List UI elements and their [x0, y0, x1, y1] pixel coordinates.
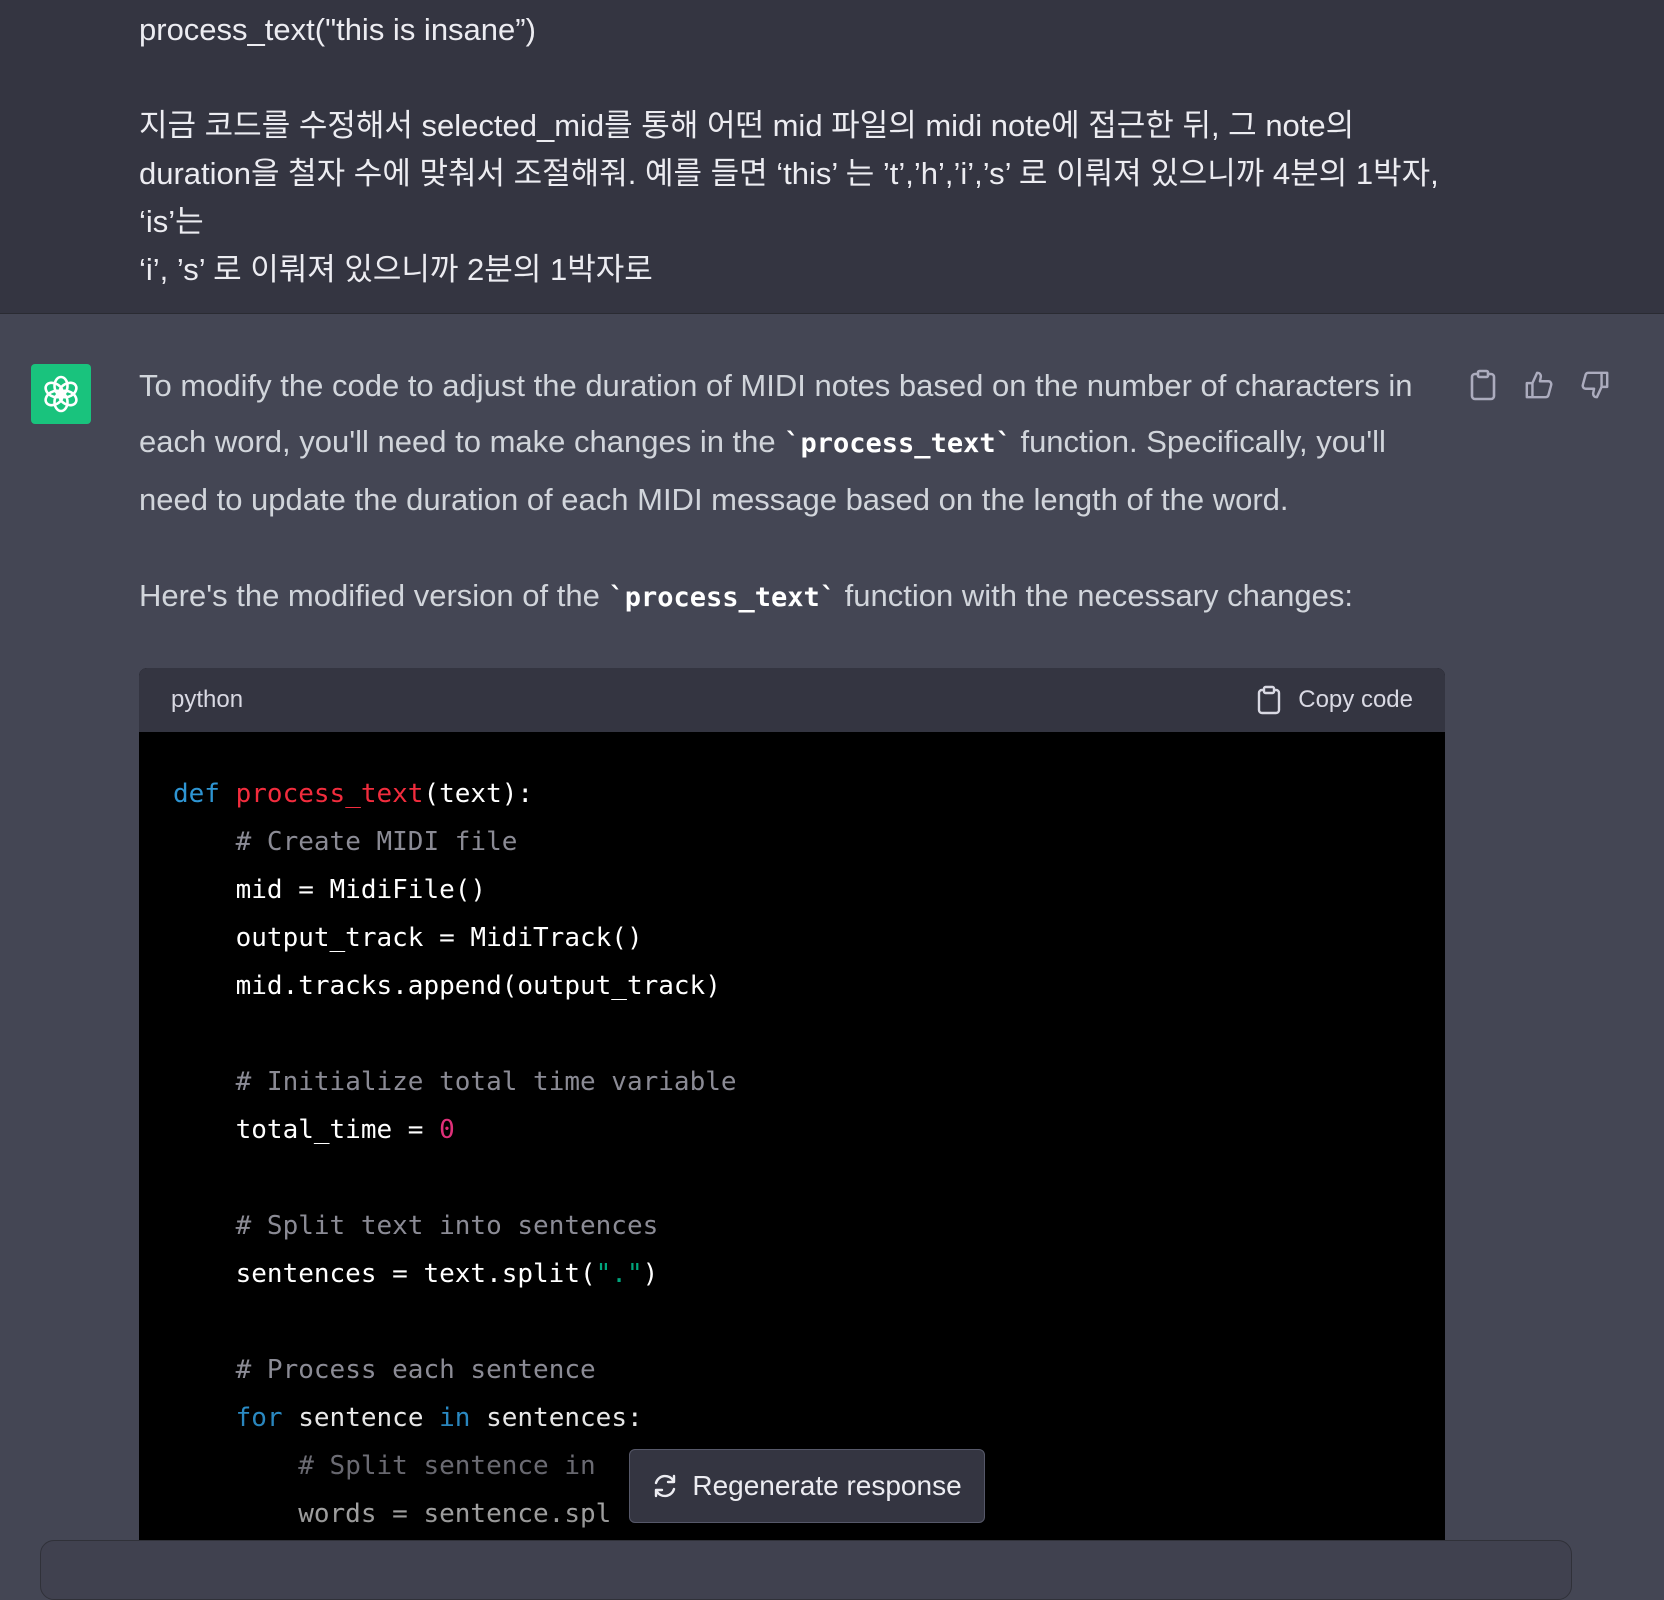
code-line: total_time = 0 [173, 1115, 455, 1145]
user-message-text: process_text("this is insane”) 지금 코드를 수정… [139, 6, 1469, 294]
thumbs-up-icon [1525, 371, 1553, 399]
user-message-line: 지금 코드를 수정해서 selected_mid를 통해 어떤 mid 파일의 … [139, 108, 1355, 143]
assistant-avatar [31, 364, 91, 424]
copy-message-button[interactable] [1468, 368, 1498, 402]
user-message-line: ‘i’, ’s’ 로 이뤄져 있으니까 2분의 1박자로 [139, 252, 653, 287]
regenerate-response-button[interactable]: Regenerate response [629, 1449, 985, 1523]
user-message: process_text("this is insane”) 지금 코드를 수정… [0, 0, 1664, 314]
user-message-line: process_text("this is insane”) [139, 12, 536, 47]
code-line: # Process each sentence [235, 1355, 596, 1385]
code-header: python Copy code [139, 668, 1445, 732]
answer-text: Here's the modified version of the [139, 578, 609, 613]
code-line: # Create MIDI file [235, 827, 518, 857]
code-line: # Initialize total time variable [235, 1067, 737, 1097]
code-content: def process_text(text): # Create MIDI fi… [139, 732, 1445, 1538]
code-line: mid.tracks.append(output_track) [173, 971, 721, 1001]
message-input[interactable] [40, 1540, 1572, 1600]
code-line: output_track = MidiTrack() [173, 923, 643, 953]
answer-text: function with the necessary changes: [836, 578, 1353, 613]
clipboard-icon [1470, 369, 1496, 401]
code-line: # Split text into sentences [235, 1211, 659, 1241]
answer-paragraph: Here's the modified version of the `proc… [139, 568, 1449, 626]
inline-code: `process_text` [608, 582, 837, 613]
thumbs-down-button[interactable] [1580, 368, 1610, 402]
assistant-message: To modify the code to adjust the duratio… [0, 314, 1664, 1568]
clipboard-icon [1258, 685, 1281, 715]
code-line: words = sentence.spl [173, 1499, 612, 1529]
code-block: python Copy code def process_text(text):… [139, 668, 1445, 1568]
inline-code: `process_text` [784, 428, 1012, 459]
code-line: mid = MidiFile() [173, 875, 487, 905]
user-message-line: duration을 철자 수에 맞춰서 조절해줘. 예를 들면 ‘this’ 는… [139, 156, 1439, 239]
refresh-icon [655, 1474, 676, 1498]
copy-code-label: Copy code [1298, 686, 1413, 713]
answer-paragraph: To modify the code to adjust the duratio… [139, 358, 1449, 528]
thumbs-down-icon [1581, 371, 1609, 399]
openai-logo-icon [44, 375, 78, 413]
assistant-answer: To modify the code to adjust the duratio… [139, 358, 1449, 626]
message-actions [1468, 368, 1610, 402]
code-language: python [171, 686, 244, 713]
regenerate-label: Regenerate response [692, 1470, 962, 1501]
code-line: sentences = text.split(".") [173, 1259, 659, 1289]
copy-code-button[interactable]: Copy code [1256, 685, 1413, 715]
thumbs-up-button[interactable] [1524, 368, 1554, 402]
code-line: for sentence in sentences: [235, 1403, 643, 1433]
code-line: # Split sentence in [298, 1451, 596, 1481]
code-line: def process_text(text): [173, 779, 534, 809]
